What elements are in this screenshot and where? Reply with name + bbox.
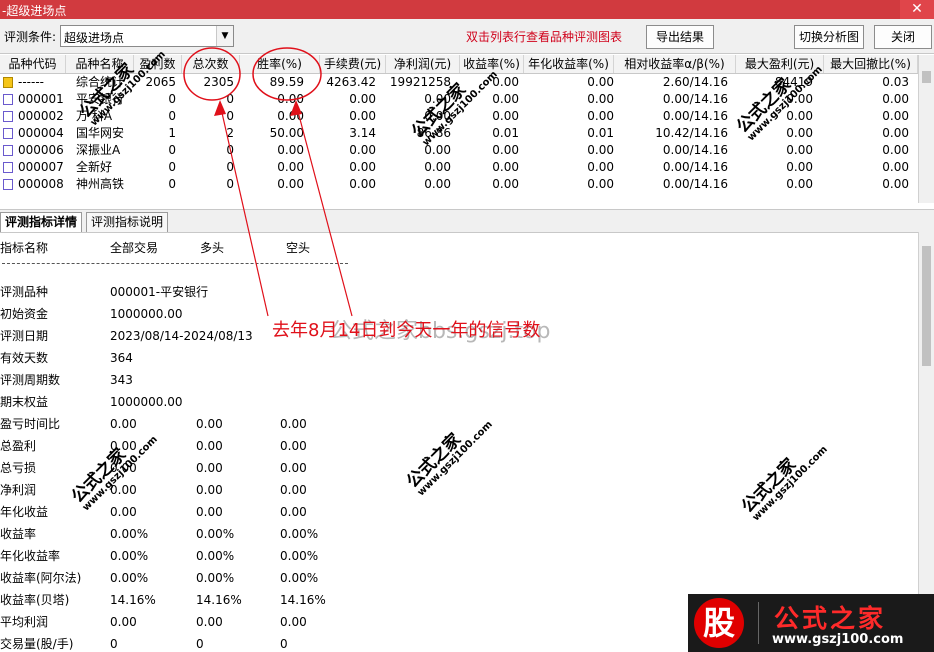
logo-divider xyxy=(758,602,759,644)
logo-badge: 股 xyxy=(694,598,744,648)
arrow-line-total xyxy=(219,103,269,317)
circle-win-rate xyxy=(252,47,322,101)
brand-logo: 股 公式之家 www.gszj100.com xyxy=(688,594,934,652)
arrowhead-winrate xyxy=(290,100,302,116)
circle-total-count xyxy=(183,47,241,101)
annotation-overlay xyxy=(183,47,353,317)
arrow-line-winrate xyxy=(295,103,353,317)
logo-name: 公式之家 xyxy=(774,604,887,633)
arrowhead-total xyxy=(214,100,226,116)
logo-url: www.gszj100.com xyxy=(772,632,904,647)
